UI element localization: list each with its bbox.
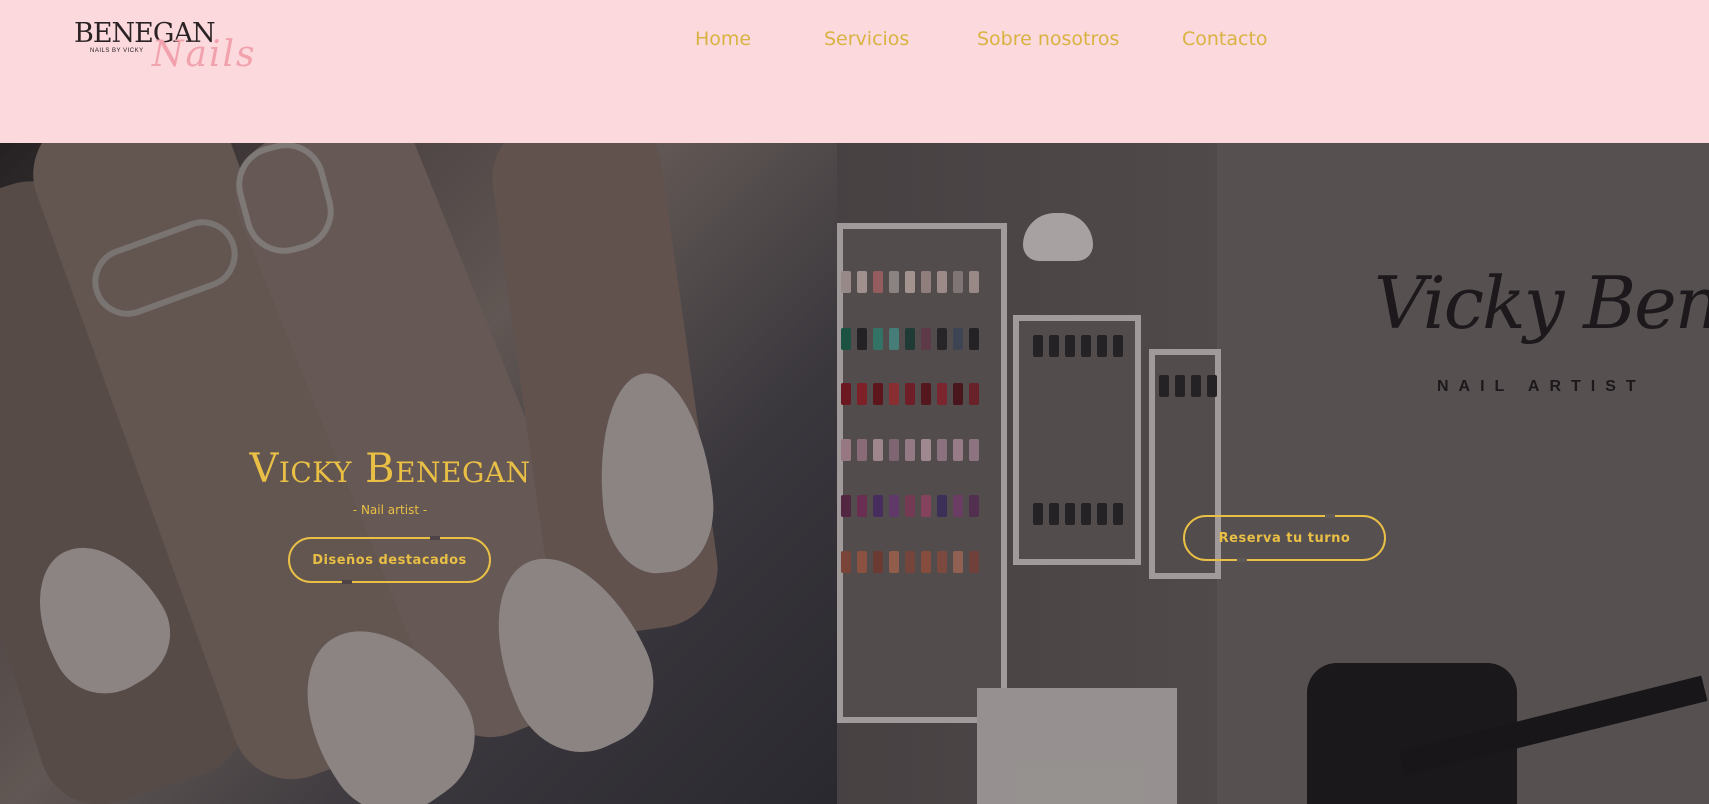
book-appointment-button[interactable]: Reserva tu turno (1183, 514, 1386, 562)
logo[interactable]: BENEGAN NAILS BY VICKY Nails (74, 18, 254, 75)
hero-right-panel: Vicky Benegan NAIL ARTIST (837, 143, 1709, 804)
nav-link-servicios[interactable]: Servicios (824, 28, 909, 50)
logo-script-text: Nails (152, 34, 257, 75)
dark-overlay-right (837, 143, 1709, 804)
featured-designs-button[interactable]: Diseños destacados (288, 536, 491, 584)
site-header: BENEGAN NAILS BY VICKY Nails Home Servic… (0, 0, 1709, 143)
nav-link-home[interactable]: Home (695, 28, 751, 50)
logo-sub-text: NAILS BY VICKY (90, 48, 144, 54)
nav-link-contacto[interactable]: Contacto (1182, 28, 1268, 50)
book-appointment-label: Reserva tu turno (1218, 530, 1351, 546)
hero-left-panel: Vicky Benegan - Nail artist - Diseños de… (0, 143, 837, 804)
nav-link-sobre-nosotros[interactable]: Sobre nosotros (977, 28, 1119, 50)
hero-section: Vicky Benegan - Nail artist - Diseños de… (0, 143, 1709, 804)
featured-designs-label: Diseños destacados (312, 552, 467, 568)
hero-subtitle: - Nail artist - (352, 503, 428, 517)
hero-title: Vicky Benegan (249, 446, 531, 492)
